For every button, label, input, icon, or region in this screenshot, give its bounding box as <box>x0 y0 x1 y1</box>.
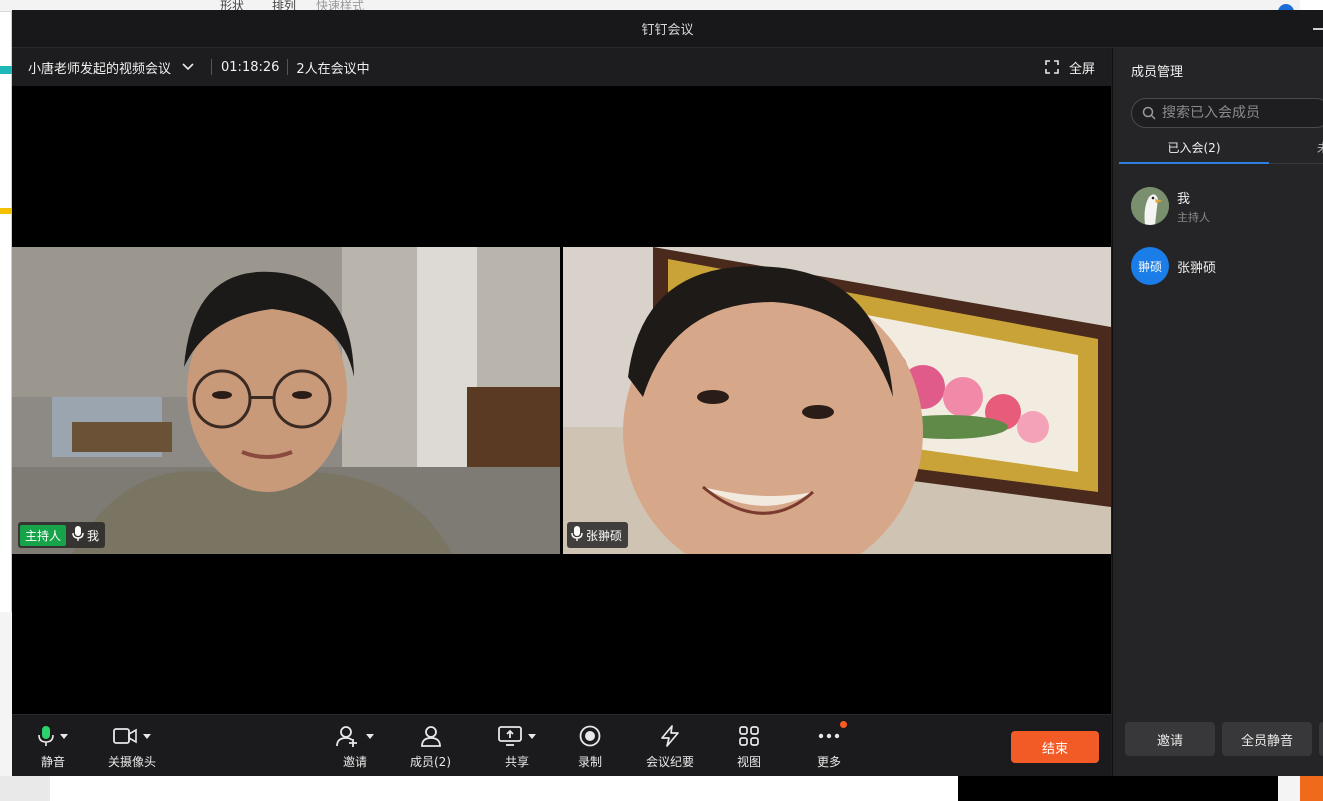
meeting-timer: 01:18:26 <box>221 59 280 75</box>
title-bar: 钉钉会议 <box>12 10 1323 48</box>
member-search-input[interactable] <box>1162 105 1322 121</box>
background-panel <box>958 776 1278 801</box>
video-tile-self[interactable]: 主持人 我 <box>12 247 560 554</box>
camera-icon <box>113 728 137 744</box>
member-name: 我 <box>1177 191 1191 207</box>
summary-label: 会议纪要 <box>646 755 695 769</box>
invite-label: 邀请 <box>342 755 367 769</box>
tile-label-self: 主持人 我 <box>18 522 106 548</box>
host-badge: 主持人 <box>20 524 67 546</box>
meeting-name[interactable]: 小唐老师发起的视频会议 <box>28 58 171 77</box>
record-icon <box>579 725 601 747</box>
chevron-down-icon[interactable] <box>366 733 374 739</box>
view-button[interactable]: 视图 <box>737 723 761 770</box>
mute-all-button[interactable]: 全员静音 <box>1222 722 1312 756</box>
meeting-window: 钉钉会议 小唐老师发起的视频会议 01:18:26 2人在会议中 全屏 主持人 … <box>12 10 1323 776</box>
microphone-icon <box>72 525 84 545</box>
fullscreen-icon <box>1045 60 1059 74</box>
background-stripe <box>0 208 12 214</box>
member-tabs: 已入会(2) 未 <box>1119 136 1323 164</box>
end-meeting-button[interactable]: 结束 <box>1011 731 1099 763</box>
lightning-icon <box>661 725 679 747</box>
members-label: 成员(2) <box>410 755 451 769</box>
microphone-icon <box>38 726 54 746</box>
more-label: 更多 <box>817 755 842 769</box>
video-stage: 小唐老师发起的视频会议 01:18:26 2人在会议中 全屏 主持人 我 张翀硕 <box>12 48 1111 714</box>
tab-joined[interactable]: 已入会(2) <box>1119 136 1269 164</box>
panel-more-button[interactable] <box>1319 722 1323 756</box>
panel-title: 成员管理 <box>1131 65 1184 80</box>
avatar <box>1131 187 1169 225</box>
background-panel <box>1300 776 1323 801</box>
grid-view-icon <box>739 726 759 746</box>
member-name: 张翀硕 <box>1177 260 1217 276</box>
mute-label: 静音 <box>40 755 65 769</box>
video-tile-participant[interactable]: 张翀硕 <box>563 247 1111 554</box>
meeting-toolbar: 静音 关摄像头 邀请 成员(2) 共享 录制 会议纪要 视图 更多 结束 <box>12 714 1111 776</box>
share-screen-icon <box>498 726 522 746</box>
tile-label-participant: 张翀硕 <box>567 522 629 548</box>
add-user-icon <box>336 726 357 747</box>
summary-button[interactable]: 会议纪要 <box>646 723 694 770</box>
chevron-down-icon[interactable] <box>60 733 68 739</box>
chevron-down-icon[interactable] <box>528 733 536 739</box>
view-label: 视图 <box>737 755 762 769</box>
invite-button[interactable]: 邀请 <box>336 723 374 770</box>
share-button[interactable]: 共享 <box>498 723 536 770</box>
record-label: 录制 <box>578 755 603 769</box>
camera-off-button[interactable]: 关摄像头 <box>108 723 156 770</box>
background-document <box>0 12 12 612</box>
search-icon <box>1142 106 1156 120</box>
goose-avatar-icon <box>1131 187 1169 225</box>
video-feed-participant <box>563 247 1111 554</box>
member-role: 主持人 <box>1177 210 1210 224</box>
microphone-icon <box>571 525 583 545</box>
tile-name-self: 我 <box>87 528 100 543</box>
more-icon <box>818 733 840 739</box>
camera-off-label: 关摄像头 <box>108 755 157 769</box>
member-item[interactable]: 我 主持人 <box>1131 186 1321 226</box>
fullscreen-button[interactable]: 全屏 <box>1045 48 1095 86</box>
background-document <box>50 776 958 801</box>
more-button[interactable]: 更多 <box>817 721 847 770</box>
avatar: 翀硕 <box>1131 247 1169 285</box>
chevron-down-icon[interactable] <box>181 60 195 74</box>
video-feed-self <box>12 247 560 554</box>
tile-name-participant: 张翀硕 <box>586 528 623 543</box>
members-button[interactable]: 成员(2) <box>410 723 451 770</box>
divider <box>287 59 289 75</box>
record-button[interactable]: 录制 <box>578 723 602 770</box>
mute-button[interactable]: 静音 <box>38 723 68 770</box>
fullscreen-label: 全屏 <box>1068 61 1095 77</box>
divider <box>211 59 213 75</box>
chevron-down-icon[interactable] <box>143 733 151 739</box>
minimize-icon[interactable] <box>1313 28 1323 30</box>
participant-count: 2人在会议中 <box>296 61 370 77</box>
members-icon <box>420 726 441 747</box>
notification-dot <box>840 721 847 728</box>
tab-not-joined[interactable]: 未 <box>1317 136 1323 156</box>
member-item[interactable]: 翀硕 张翀硕 <box>1131 246 1321 286</box>
background-stripe <box>0 66 12 74</box>
member-search[interactable] <box>1131 98 1323 128</box>
meeting-info-bar: 小唐老师发起的视频会议 01:18:26 2人在会议中 全屏 <box>12 48 1111 86</box>
background-panel <box>0 776 50 801</box>
share-label: 共享 <box>504 755 529 769</box>
window-title: 钉钉会议 <box>641 23 694 38</box>
panel-invite-button[interactable]: 邀请 <box>1125 722 1215 756</box>
members-panel: 成员管理 已入会(2) 未 我 主持人 翀硕 张翀硕 邀请 全员静音 <box>1112 48 1323 776</box>
